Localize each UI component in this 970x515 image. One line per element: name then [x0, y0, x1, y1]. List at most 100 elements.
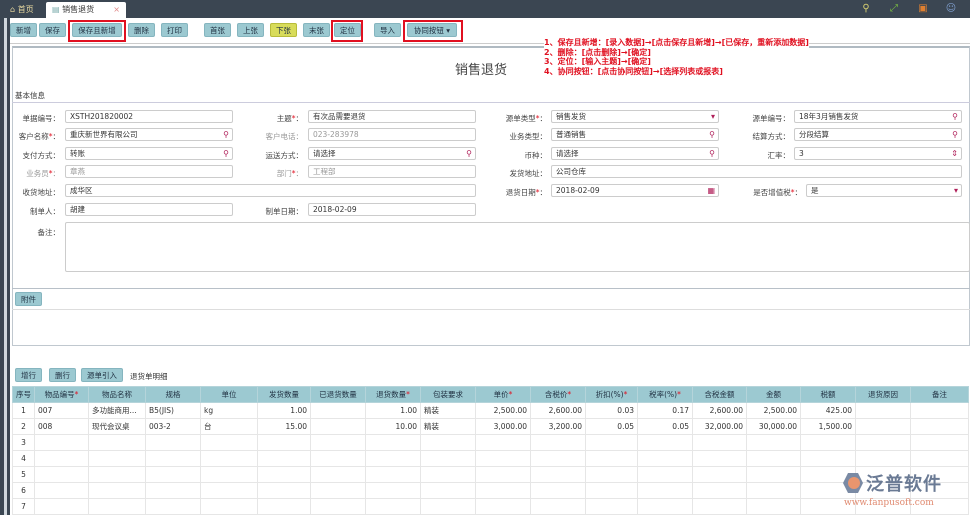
table-cell[interactable] — [637, 450, 693, 467]
column-header[interactable]: 包装要求 — [420, 386, 476, 403]
settle-field[interactable]: 分段结算 ⚲ — [794, 128, 962, 141]
table-cell[interactable] — [257, 482, 311, 499]
table-cell[interactable] — [855, 402, 911, 419]
table-cell[interactable] — [530, 466, 586, 483]
remark-textarea[interactable] — [65, 222, 970, 272]
table-cell[interactable] — [200, 498, 258, 515]
table-cell[interactable] — [34, 498, 89, 515]
import-source-button[interactable]: 源单引入 — [81, 368, 123, 382]
table-cell[interactable]: 008 — [34, 418, 89, 435]
search-icon[interactable]: ⚲ — [223, 148, 229, 160]
table-cell[interactable]: 1.00 — [257, 402, 311, 419]
next-button[interactable]: 下张 — [270, 23, 297, 37]
table-cell[interactable] — [420, 434, 476, 451]
search-icon[interactable]: ⚲ — [860, 3, 872, 15]
table-cell[interactable] — [257, 450, 311, 467]
ship-field[interactable]: 请选择 ⚲ — [308, 147, 476, 160]
tab-home[interactable]: ⌂ 首页 — [4, 2, 40, 18]
prev-button[interactable]: 上张 — [237, 23, 264, 37]
last-button[interactable]: 末张 — [303, 23, 330, 37]
table-cell[interactable] — [910, 450, 969, 467]
column-header[interactable]: 单价* — [475, 386, 531, 403]
table-row[interactable]: 6 — [12, 482, 969, 499]
table-cell[interactable]: 2,500.00 — [746, 402, 801, 419]
table-cell[interactable]: 现代会议桌 — [88, 418, 146, 435]
table-cell[interactable] — [855, 434, 911, 451]
return-date-field[interactable]: 2018-02-09 ▦ — [551, 184, 719, 197]
recv-addr-field[interactable]: 成华区 — [65, 184, 476, 197]
table-cell[interactable] — [746, 466, 801, 483]
table-row[interactable]: 5 — [12, 466, 969, 483]
table-cell[interactable] — [310, 466, 366, 483]
table-cell[interactable]: 2,500.00 — [475, 402, 531, 419]
add-row-button[interactable]: 增行 — [15, 368, 42, 382]
vat-select[interactable]: 是 ▾ — [806, 184, 962, 197]
column-header[interactable]: 发货数量 — [257, 386, 311, 403]
table-cell[interactable] — [475, 482, 531, 499]
search-icon[interactable]: ⚲ — [709, 129, 715, 141]
table-cell[interactable] — [692, 498, 747, 515]
table-cell[interactable] — [145, 482, 201, 499]
table-cell[interactable] — [200, 450, 258, 467]
table-cell[interactable] — [257, 466, 311, 483]
table-cell[interactable] — [855, 418, 911, 435]
table-cell[interactable] — [475, 450, 531, 467]
search-icon[interactable]: ⚲ — [223, 129, 229, 141]
table-cell[interactable]: 003-2 — [145, 418, 201, 435]
column-header[interactable]: 已退货数量 — [310, 386, 366, 403]
print-button[interactable]: 打印 — [161, 23, 188, 37]
table-cell[interactable]: 10.00 — [365, 418, 421, 435]
table-cell[interactable] — [310, 450, 366, 467]
column-header[interactable]: 物品名称 — [88, 386, 146, 403]
table-cell[interactable] — [88, 450, 146, 467]
table-cell[interactable] — [34, 466, 89, 483]
table-cell[interactable] — [145, 498, 201, 515]
table-cell[interactable]: 1,500.00 — [800, 418, 856, 435]
table-cell[interactable]: 7 — [12, 498, 35, 515]
table-cell[interactable] — [365, 498, 421, 515]
import-button[interactable]: 导入 — [374, 23, 401, 37]
table-cell[interactable] — [475, 434, 531, 451]
table-cell[interactable] — [420, 482, 476, 499]
table-cell[interactable]: 4 — [12, 450, 35, 467]
table-cell[interactable]: 15.00 — [257, 418, 311, 435]
users-icon[interactable]: ☺ — [945, 3, 957, 15]
column-header[interactable]: 序号 — [12, 386, 35, 403]
column-header[interactable]: 含税金额 — [692, 386, 747, 403]
table-row[interactable]: 1 007 多功能商用... B5(JIS) kg 1.00 1.00 精装 2,500.00 2… — [12, 402, 969, 419]
table-cell[interactable]: 2 — [12, 418, 35, 435]
table-cell[interactable] — [257, 434, 311, 451]
search-icon[interactable]: ⚲ — [466, 148, 472, 160]
column-header[interactable]: 含税价* — [530, 386, 586, 403]
currency-field[interactable]: 请选择 ⚲ — [551, 147, 719, 160]
make-date-field[interactable]: 2018-02-09 — [308, 203, 476, 216]
first-button[interactable]: 首张 — [204, 23, 231, 37]
table-cell[interactable] — [800, 434, 856, 451]
table-cell[interactable] — [475, 466, 531, 483]
table-cell[interactable]: 0.03 — [585, 402, 638, 419]
table-cell[interactable] — [145, 466, 201, 483]
source-type-select[interactable]: 销售发货 ▾ — [551, 110, 719, 123]
table-cell[interactable] — [420, 498, 476, 515]
lifejacket-icon[interactable]: ▣ — [917, 3, 929, 15]
table-cell[interactable] — [310, 498, 366, 515]
table-cell[interactable]: 1 — [12, 402, 35, 419]
table-cell[interactable]: 32,000.00 — [692, 418, 747, 435]
attachment-button[interactable]: 附件 — [15, 292, 42, 306]
column-header[interactable]: 备注 — [910, 386, 969, 403]
table-cell[interactable]: 007 — [34, 402, 89, 419]
table-cell[interactable] — [692, 466, 747, 483]
table-cell[interactable]: 3,000.00 — [475, 418, 531, 435]
table-cell[interactable] — [310, 402, 366, 419]
table-cell[interactable] — [200, 482, 258, 499]
table-cell[interactable]: 台 — [200, 418, 258, 435]
table-cell[interactable] — [692, 482, 747, 499]
delete-row-button[interactable]: 删行 — [49, 368, 76, 382]
table-cell[interactable] — [365, 482, 421, 499]
table-cell[interactable]: 精装 — [420, 418, 476, 435]
column-header[interactable]: 单位 — [200, 386, 258, 403]
customer-field[interactable]: 重庆新世界有限公司 ⚲ — [65, 128, 233, 141]
column-header[interactable]: 物品编号* — [34, 386, 89, 403]
table-cell[interactable]: 0.17 — [637, 402, 693, 419]
table-cell[interactable] — [200, 466, 258, 483]
